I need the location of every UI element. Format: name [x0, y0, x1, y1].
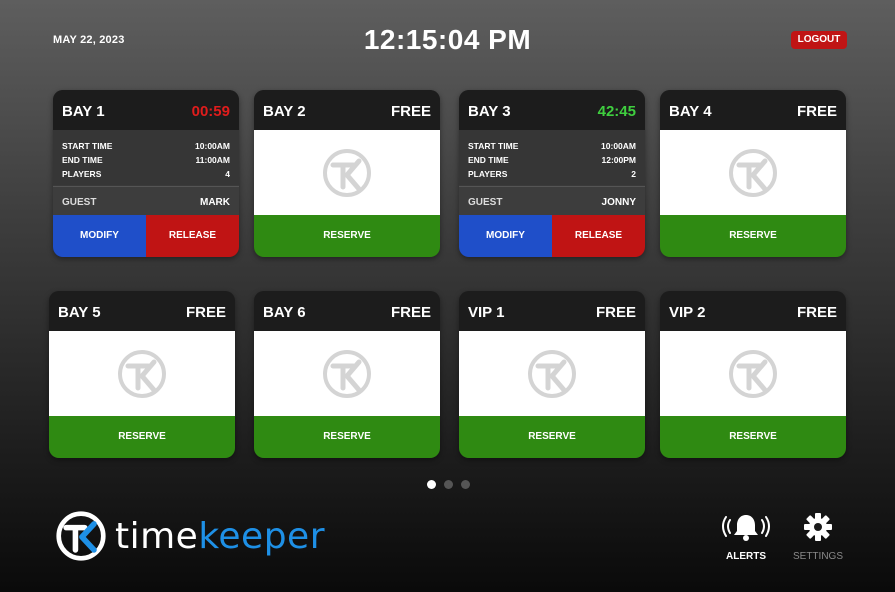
players-label: PLAYERS	[62, 169, 102, 179]
bay-card-bay-4: BAY 4 FREE RESERVE	[660, 90, 846, 257]
logout-button[interactable]: LOGOUT	[791, 31, 847, 49]
card-body	[660, 331, 846, 416]
clock-display: 12:15:04 PM	[363, 24, 532, 55]
bay-status: FREE	[390, 103, 431, 120]
card-body	[660, 130, 846, 215]
card-header: BAY 6 FREE	[254, 291, 440, 331]
brand-logo: timekeeper	[55, 510, 325, 562]
bay-name: VIP 2	[669, 304, 706, 321]
reserve-button[interactable]: RESERVE	[459, 416, 645, 458]
release-button[interactable]: RELEASE	[552, 215, 645, 257]
guest-row: GUEST MARK	[53, 186, 239, 216]
timekeeper-watermark-icon	[729, 349, 777, 398]
timekeeper-watermark-icon	[729, 148, 777, 197]
bay-name: BAY 3	[468, 103, 511, 120]
end-time-value: 11:00AM	[195, 155, 231, 165]
guest-name: JONNY	[601, 197, 636, 208]
bay-name: VIP 1	[468, 304, 505, 321]
end-time-label: END TIME	[468, 155, 509, 165]
guest-label: GUEST	[468, 197, 503, 208]
bay-name: BAY 4	[669, 103, 712, 120]
alerts-label: ALERTS	[726, 551, 766, 562]
bay-name: BAY 6	[263, 304, 306, 321]
timekeeper-watermark-icon	[118, 349, 166, 398]
bay-status: FREE	[796, 103, 837, 120]
players-value: 4	[225, 169, 230, 179]
reserve-button[interactable]: RESERVE	[254, 215, 440, 257]
players-value: 2	[631, 169, 636, 179]
bay-card-bay-2: BAY 2 FREE RESERVE	[254, 90, 440, 257]
page-dot-2[interactable]	[444, 480, 453, 489]
modify-button[interactable]: MODIFY	[53, 215, 146, 257]
card-body	[459, 331, 645, 416]
guest-name: MARK	[200, 197, 230, 208]
card-header: BAY 2 FREE	[254, 90, 440, 130]
release-button[interactable]: RELEASE	[146, 215, 239, 257]
bay-timer: 42:45	[597, 103, 636, 120]
alerts-button[interactable]: ALERTS	[716, 512, 776, 562]
brand-wordmark: timekeeper	[115, 515, 326, 557]
timekeeper-watermark-icon	[323, 349, 371, 398]
reserve-button[interactable]: RESERVE	[660, 215, 846, 257]
bay-timer: 00:59	[191, 103, 230, 120]
start-time-label: START TIME	[468, 141, 519, 151]
card-header: VIP 1 FREE	[459, 291, 645, 331]
bay-status: FREE	[390, 304, 431, 321]
end-time-value: 12:00PM	[601, 155, 637, 165]
bay-name: BAY 1	[62, 103, 105, 120]
bay-status: FREE	[185, 304, 226, 321]
start-time-value: 10:00AM	[195, 141, 230, 151]
timekeeper-watermark-icon	[323, 148, 371, 197]
bay-card-bay-6: BAY 6 FREE RESERVE	[254, 291, 440, 458]
bay-name: BAY 2	[263, 103, 306, 120]
gear-icon	[804, 513, 832, 541]
guest-row: GUEST JONNY	[459, 186, 645, 216]
page-dot-3[interactable]	[461, 480, 470, 489]
reserve-button[interactable]: RESERVE	[254, 416, 440, 458]
modify-button[interactable]: MODIFY	[459, 215, 552, 257]
bay-card-bay-5: BAY 5 FREE RESERVE	[49, 291, 235, 458]
end-time-label: END TIME	[62, 155, 103, 165]
booking-info: START TIME 10:00AM END TIME 12:00PM PLAYER…	[459, 130, 645, 216]
card-header: BAY 1 00:59	[53, 90, 239, 130]
bay-card-bay-3: BAY 3 42:45 START TIME 10:00AM END TIME 12…	[459, 90, 645, 257]
bay-status: FREE	[595, 304, 636, 321]
card-header: BAY 5 FREE	[49, 291, 235, 331]
bay-status: FREE	[796, 304, 837, 321]
card-body	[254, 331, 440, 416]
card-body	[49, 331, 235, 416]
players-label: PLAYERS	[468, 169, 508, 179]
reserve-button[interactable]: RESERVE	[660, 416, 846, 458]
timekeeper-watermark-icon	[528, 349, 576, 398]
guest-label: GUEST	[62, 197, 97, 208]
page-dot-1[interactable]	[427, 480, 436, 489]
bay-card-vip-1: VIP 1 FREE RESERVE	[459, 291, 645, 458]
card-header: BAY 3 42:45	[459, 90, 645, 130]
page-indicator	[427, 480, 470, 489]
timekeeper-logo-icon	[56, 511, 106, 561]
bay-card-vip-2: VIP 2 FREE RESERVE	[660, 291, 846, 458]
start-time-value: 10:00AM	[601, 141, 636, 151]
reserve-button[interactable]: RESERVE	[49, 416, 235, 458]
bell-alert-icon	[722, 515, 770, 541]
booking-info: START TIME 10:00AM END TIME 11:00AM PLAYER…	[53, 130, 239, 216]
start-time-label: START TIME	[62, 141, 113, 151]
card-header: VIP 2 FREE	[660, 291, 846, 331]
bay-card-bay-1: BAY 1 00:59 START TIME 10:00AM END TIME 11…	[53, 90, 239, 257]
card-body	[254, 130, 440, 215]
settings-label: SETTINGS	[792, 551, 843, 562]
card-header: BAY 4 FREE	[660, 90, 846, 130]
settings-button[interactable]: SETTINGS	[788, 512, 848, 562]
bay-name: BAY 5	[58, 304, 101, 321]
